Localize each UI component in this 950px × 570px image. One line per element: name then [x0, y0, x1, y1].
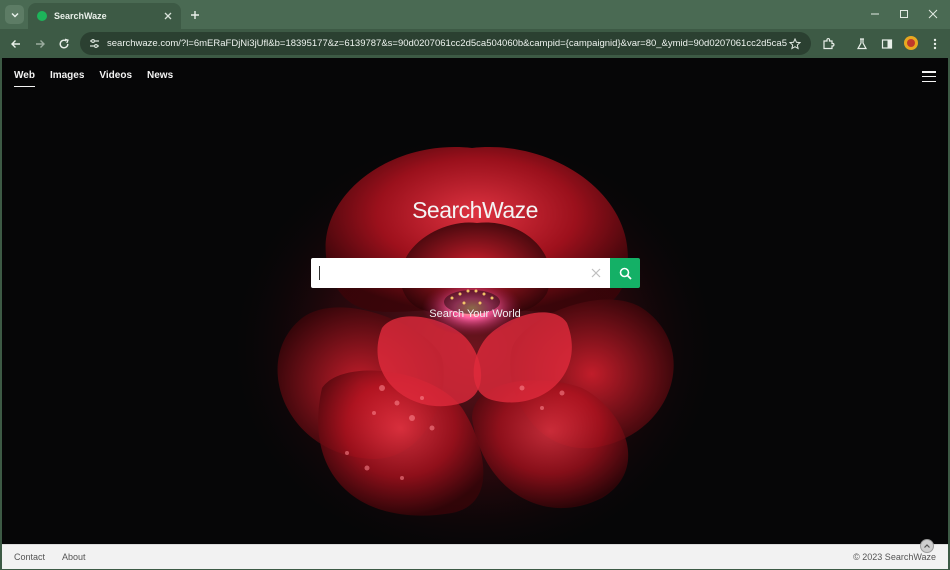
labs-button[interactable] — [852, 34, 871, 53]
side-panel-icon — [881, 38, 892, 49]
chevron-up-icon — [924, 544, 930, 548]
hamburger-menu-icon[interactable] — [922, 71, 936, 82]
close-icon — [164, 12, 172, 20]
page-viewport: Web Images Videos News SearchWaze Search… — [2, 58, 948, 544]
search-form — [311, 258, 640, 288]
nav-web[interactable]: Web — [14, 70, 35, 87]
background-flower-image — [224, 128, 724, 544]
footer-link-contact[interactable]: Contact — [14, 552, 45, 562]
tab-close-button[interactable] — [161, 9, 175, 23]
more-vertical-icon — [933, 38, 936, 49]
browser-toolbar: searchwaze.com/?l=6mERaFDjNi3jUfl&b=1839… — [0, 29, 950, 58]
page-footer: Contact About © 2023 SearchWaze — [2, 539, 948, 569]
arrow-left-icon — [10, 39, 20, 48]
back-button[interactable] — [6, 34, 25, 53]
site-info-icon[interactable] — [86, 36, 102, 52]
browser-tab[interactable]: SearchWaze — [28, 3, 181, 29]
flask-icon — [856, 37, 867, 49]
profile-avatar[interactable] — [904, 36, 918, 50]
address-bar[interactable]: searchwaze.com/?l=6mERaFDjNi3jUfl&b=1839… — [80, 32, 811, 55]
puzzle-icon — [823, 37, 835, 50]
copyright-text: © 2023 SearchWaze — [853, 552, 936, 562]
nav-images[interactable]: Images — [50, 70, 84, 87]
chevron-down-icon — [10, 12, 19, 18]
tab-title: SearchWaze — [54, 11, 107, 21]
scroll-to-top-button[interactable] — [920, 539, 934, 553]
maximize-icon — [900, 10, 908, 18]
extensions-button[interactable] — [819, 34, 838, 53]
favicon-icon — [37, 11, 47, 21]
close-icon — [928, 9, 938, 19]
nav-news[interactable]: News — [147, 70, 173, 87]
close-icon — [591, 268, 601, 278]
tagline: Search Your World — [429, 308, 521, 320]
reload-icon — [59, 38, 69, 49]
window-close-button[interactable] — [924, 6, 942, 22]
tab-search-button[interactable] — [5, 5, 24, 24]
nav-videos[interactable]: Videos — [99, 70, 132, 87]
arrow-right-icon — [35, 39, 45, 48]
url-text[interactable]: searchwaze.com/?l=6mERaFDjNi3jUfl&b=1839… — [107, 38, 787, 49]
minimize-button[interactable] — [866, 6, 884, 22]
search-icon — [619, 267, 632, 280]
side-panel-button[interactable] — [877, 34, 896, 53]
search-submit-button[interactable] — [610, 258, 640, 288]
search-input[interactable] — [311, 258, 610, 288]
plus-icon — [190, 10, 199, 19]
tab-strip: SearchWaze — [0, 0, 950, 29]
browser-menu-button[interactable] — [925, 34, 944, 53]
text-caret — [319, 266, 320, 280]
clear-search-button[interactable] — [589, 266, 603, 280]
new-tab-button[interactable] — [186, 6, 203, 23]
maximize-button[interactable] — [895, 6, 913, 22]
reload-button[interactable] — [54, 34, 73, 53]
footer-links: Contact About — [14, 552, 86, 562]
footer-link-about[interactable]: About — [62, 552, 86, 562]
bookmark-star-button[interactable] — [787, 36, 803, 52]
forward-button[interactable] — [30, 34, 49, 53]
site-logo: SearchWaze — [412, 197, 538, 223]
star-icon — [789, 37, 801, 50]
minimize-icon — [871, 13, 879, 15]
search-category-nav: Web Images Videos News — [14, 70, 173, 87]
